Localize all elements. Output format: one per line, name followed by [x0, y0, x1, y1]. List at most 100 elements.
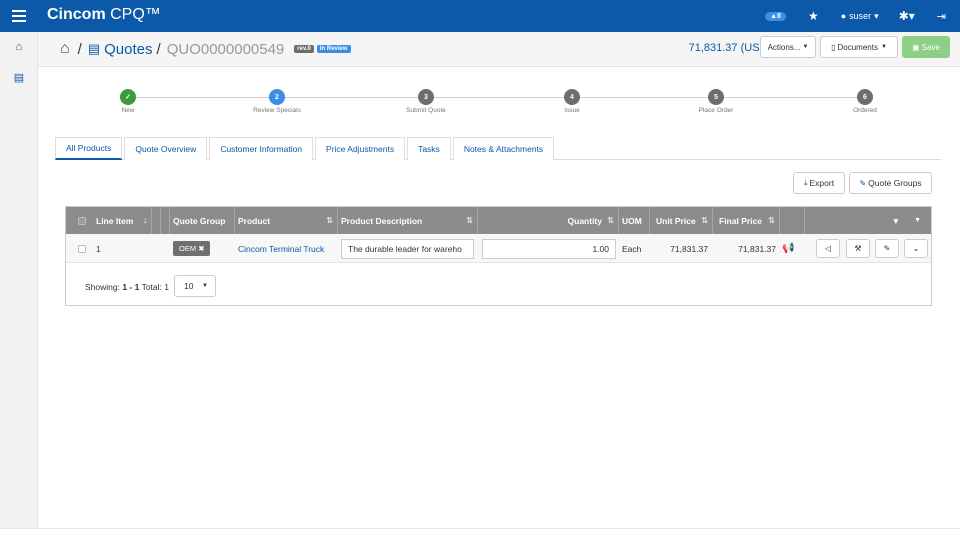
user-icon: ● — [840, 11, 847, 21]
chevron-down-icon: ▾ — [874, 10, 879, 21]
quote-group-cell: OEM ✖ — [173, 234, 211, 263]
actions-dropdown-button[interactable]: Actions... ▼ — [760, 36, 816, 58]
quote-groups-button[interactable]: ✎ Quote Groups — [849, 172, 932, 194]
page-header: ⌂ / ▤ Quotes / QUO0000000549 rev.0 In Re… — [38, 32, 960, 67]
product-link[interactable]: Cincom Terminal Truck — [238, 244, 324, 254]
chevron-down-icon: ⌄ — [912, 244, 920, 253]
uom-value: Each — [622, 243, 642, 254]
step-number: 3 — [418, 89, 434, 105]
home-icon[interactable]: ⌂ — [60, 40, 70, 58]
actions-label: Actions... — [767, 42, 801, 52]
step-place-order[interactable]: 5 Place Order — [681, 88, 751, 114]
save-button[interactable]: ▣ Save — [902, 36, 950, 58]
menu-toggle-icon[interactable] — [12, 10, 26, 22]
logout-icon[interactable]: ⇥ — [937, 10, 946, 23]
save-label: Save — [921, 42, 940, 52]
step-check-icon: ✓ — [120, 89, 136, 105]
quote-id: QUO0000000549 — [166, 40, 285, 58]
tab-customer-information[interactable]: Customer Information — [209, 137, 314, 160]
column-label: Unit Price — [656, 215, 696, 226]
step-new[interactable]: ✓ New — [93, 88, 163, 114]
step-number: 6 — [857, 89, 873, 105]
breadcrumb: ⌂ / ▤ Quotes / QUO0000000549 rev.0 In Re… — [60, 40, 351, 58]
column-label: Final Price — [719, 215, 762, 226]
step-label: Review Specials — [253, 107, 301, 114]
row-checkbox-cell — [78, 234, 86, 263]
chevron-down-icon[interactable]: ▼ — [914, 217, 921, 224]
caret-down-icon: ▼ — [880, 44, 887, 50]
column-label: Line Item — [96, 215, 134, 226]
caret-down-icon: ▼ — [202, 283, 208, 289]
top-navbar: Cincom CPQ™ ▲8 ★ ● suser ▾ ✱▾ ⇥ — [0, 0, 960, 32]
quote-tabs: All Products Quote Overview Customer Inf… — [55, 137, 941, 160]
select-all-checkbox[interactable] — [78, 216, 86, 225]
quantity-cell — [482, 234, 616, 263]
settings-gear-icon[interactable]: ✱▾ — [899, 9, 915, 23]
column-line-item[interactable]: Line Item ↓ — [66, 207, 152, 234]
sidebar-quotes-icon[interactable]: ▤ — [0, 62, 38, 92]
column-spacer — [161, 207, 170, 234]
announce-button[interactable]: ◁ — [816, 239, 840, 258]
column-quantity[interactable]: Quantity ⇅ — [478, 207, 619, 234]
edit-button[interactable]: ✎ — [875, 239, 899, 258]
column-uom[interactable]: UOM — [619, 207, 650, 234]
caret-down-icon: ▼ — [802, 44, 809, 50]
sort-icon: ⇅ — [607, 216, 614, 225]
megaphone-icon[interactable]: 📢 — [782, 243, 794, 254]
column-final-price[interactable]: Final Price ⇅ — [713, 207, 780, 234]
notifications-badge[interactable]: ▲8 — [765, 11, 786, 21]
brand-logo[interactable]: Cincom CPQ™ — [47, 6, 161, 24]
favorites-star-icon[interactable]: ★ — [808, 9, 819, 23]
step-label: New — [121, 107, 135, 114]
breadcrumb-quotes-link[interactable]: Quotes — [104, 41, 152, 58]
showing-label: Showing: — [85, 282, 123, 292]
filter-icon[interactable]: ▼ — [892, 216, 900, 226]
file-icon: ▯ — [831, 42, 836, 52]
column-alert — [780, 207, 805, 234]
tab-price-adjustments[interactable]: Price Adjustments — [315, 137, 406, 160]
page-footer — [0, 528, 960, 540]
row-menu-button[interactable]: ⌄ — [904, 239, 928, 258]
notifications-count: 8 — [777, 12, 781, 20]
column-product-description[interactable]: Product Description ⇅ — [338, 207, 478, 234]
export-button[interactable]: ⤓ Export — [793, 172, 845, 194]
brand-name: Cincom — [47, 6, 106, 23]
column-product[interactable]: Product ⇅ — [235, 207, 338, 234]
quote-group-tag[interactable]: OEM ✖ — [173, 241, 211, 256]
step-label: Issue — [564, 107, 580, 114]
stepper-line — [128, 97, 865, 98]
unit-price-value: 71,831.37 — [670, 243, 708, 254]
tab-all-products[interactable]: All Products — [55, 137, 123, 160]
column-label: Product — [238, 215, 271, 226]
status-badge: In Review — [316, 45, 351, 53]
page-size-value: 10 — [184, 281, 194, 291]
step-label: Submit Quote — [406, 107, 446, 114]
line-number: 1 — [96, 243, 101, 254]
breadcrumb-separator: / — [156, 40, 161, 58]
step-submit-quote[interactable]: 3 Submit Quote — [391, 88, 461, 114]
table-header: Line Item ↓ Quote Group Product ⇅ Produc… — [66, 207, 931, 234]
step-ordered[interactable]: 6 Ordered — [830, 88, 900, 114]
tab-quote-overview[interactable]: Quote Overview — [124, 137, 208, 160]
column-label: Product Description — [341, 215, 423, 226]
column-actions: ▼ ▼ — [805, 207, 931, 234]
user-menu[interactable]: ● suser ▾ — [841, 11, 879, 22]
sidebar-home-icon[interactable]: ⌂ — [0, 32, 38, 62]
column-unit-price[interactable]: Unit Price ⇅ — [650, 207, 713, 234]
column-quote-group[interactable]: Quote Group — [170, 207, 235, 234]
user-name: suser — [849, 11, 872, 21]
tab-tasks[interactable]: Tasks — [407, 137, 451, 160]
configure-button[interactable]: ⚒ — [846, 239, 870, 258]
documents-dropdown-button[interactable]: ▯ Documents ▼ — [820, 36, 898, 58]
remove-icon[interactable]: ✖ — [198, 244, 204, 253]
page-size-select[interactable]: 10 ▼ — [174, 275, 216, 297]
quantity-input[interactable] — [482, 238, 616, 259]
step-issue[interactable]: 4 Issue — [537, 88, 607, 114]
description-input[interactable] — [341, 238, 474, 259]
tab-notes-attachments[interactable]: Notes & Attachments — [452, 137, 555, 160]
sort-icon: ⇅ — [466, 216, 473, 225]
step-review-specials[interactable]: 2 Review Specials — [242, 88, 312, 114]
wrench-icon: ⚒ — [854, 244, 862, 253]
column-label: UOM — [622, 215, 642, 226]
row-checkbox[interactable] — [78, 244, 86, 253]
